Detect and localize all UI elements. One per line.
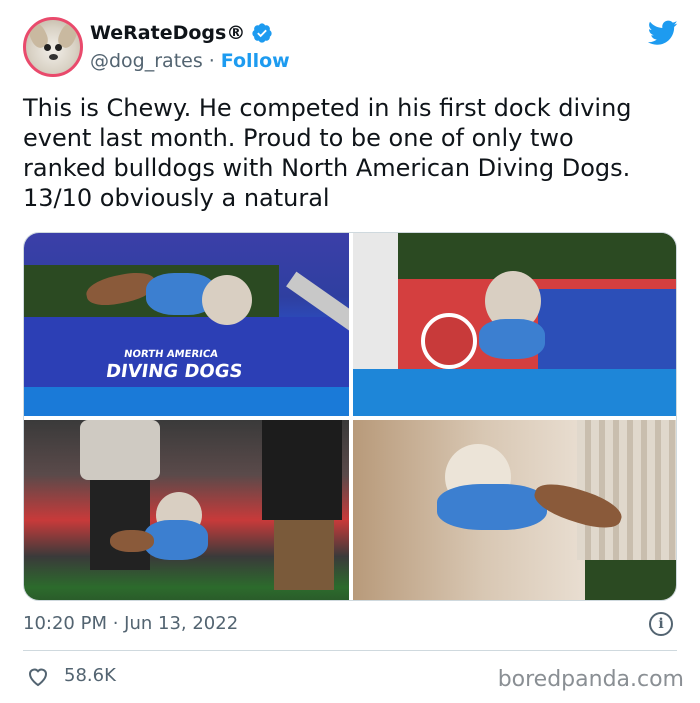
photo-dog-flying[interactable] <box>353 420 676 600</box>
info-icon[interactable]: i <box>649 612 673 636</box>
footer-divider <box>23 650 677 651</box>
like-count[interactable]: 58.6K <box>64 665 116 686</box>
author-name-row: WeRateDogs® <box>90 22 273 44</box>
tweet-text: This is Chewy. He competed in his first … <box>23 94 632 212</box>
tweet-timestamp[interactable]: 10:20 PM · Jun 13, 2022 <box>23 613 238 634</box>
banner-text-line1: NORTH AMERICA <box>123 349 219 360</box>
twitter-bird-icon[interactable] <box>648 20 678 46</box>
tweet-card: WeRateDogs® @dog_rates · Follow This is … <box>0 0 700 703</box>
heart-icon[interactable] <box>26 665 50 687</box>
separator-dot: · <box>208 50 215 72</box>
handle-row: @dog_rates · Follow <box>90 50 290 72</box>
avatar[interactable] <box>23 17 83 77</box>
follow-button[interactable]: Follow <box>221 50 290 72</box>
verified-badge-icon <box>252 23 272 43</box>
photo-dog-jumping-banner[interactable]: NORTH AMERICA DIVING DOGS <box>24 233 349 416</box>
banner-text-line2: DIVING DOGS <box>104 361 244 382</box>
photo-grid: NORTH AMERICA DIVING DOGS <box>23 232 677 601</box>
source-watermark: boredpanda.com <box>497 667 684 692</box>
handle[interactable]: @dog_rates <box>90 50 203 72</box>
display-name[interactable]: WeRateDogs® <box>90 22 245 44</box>
photo-dog-splash[interactable] <box>353 233 676 416</box>
photo-dog-running[interactable] <box>24 420 349 600</box>
